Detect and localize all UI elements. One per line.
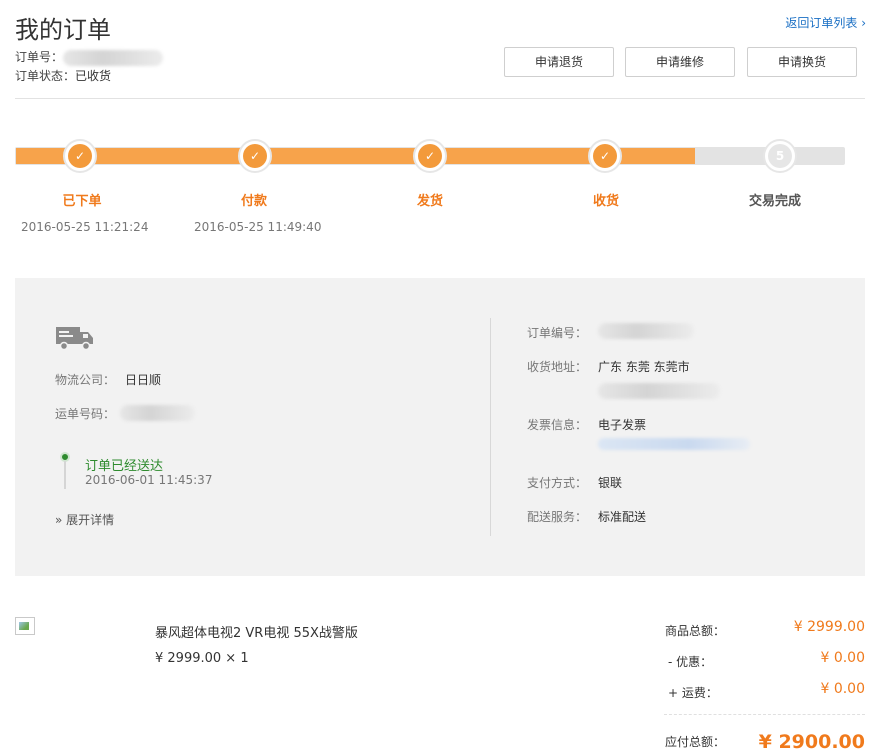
step-node-received: ✓: [588, 139, 622, 173]
chevron-right-icon: ›: [861, 16, 866, 30]
discount-value: ¥ 0.00: [820, 650, 865, 666]
expand-details-button[interactable]: » 展开详情: [55, 511, 114, 528]
address-label: 收货地址：: [527, 360, 588, 374]
step-number: 5: [768, 144, 792, 168]
apply-return-button[interactable]: 申请退货: [504, 47, 614, 77]
logistics-company-label: 物流公司：: [55, 373, 116, 387]
expand-details-label: 展开详情: [66, 513, 115, 527]
order-number-label: 订单号：: [15, 50, 64, 64]
order-number-line: 订单号：: [15, 48, 164, 66]
apply-repair-button[interactable]: 申请维修: [625, 47, 735, 77]
panel-vertical-divider: [490, 318, 491, 536]
page-title: 我的订单: [15, 16, 111, 44]
check-icon: ✓: [418, 144, 442, 168]
step-node-ordered: ✓: [63, 139, 97, 173]
goods-total-label: 商品总额：: [665, 624, 726, 638]
product-price-qty: ¥ 2999.00 × 1: [155, 651, 249, 666]
double-chevron-down-icon: »: [55, 513, 63, 527]
logistics-company-value: 日日顺: [125, 373, 162, 387]
step-label-ordered: 已下单: [62, 194, 102, 209]
back-to-order-list-link[interactable]: 返回订单列表 ›: [785, 14, 866, 31]
tracking-number-label: 运单号码：: [55, 407, 116, 421]
payment-method-value: 银联: [598, 476, 623, 490]
order-detail-panel: [15, 278, 865, 576]
shipping-value: ¥ 0.00: [820, 681, 865, 697]
step-label-paid: 付款: [240, 194, 267, 209]
payable-total-label: 应付总额：: [665, 735, 726, 749]
address-detail-redacted: [598, 383, 720, 399]
payment-method-label: 支付方式：: [527, 476, 588, 490]
payable-total-value: ¥ 2900.00: [758, 731, 865, 753]
delivery-status-time: 2016-06-01 11:45:37: [85, 473, 213, 487]
order-status-label: 订单状态：: [15, 69, 76, 83]
pin-stem: [64, 461, 66, 489]
step-label-completed: 交易完成: [748, 194, 801, 209]
summary-divider: [664, 714, 865, 715]
apply-exchange-button[interactable]: 申请换货: [747, 47, 857, 77]
delivery-service-label: 配送服务：: [527, 510, 588, 524]
product-name[interactable]: 暴风超体电视2 VR电视 55X战警版: [155, 622, 358, 641]
order-number-redacted: [63, 49, 164, 66]
order-id-label: 订单编号：: [527, 326, 588, 340]
step-node-paid: ✓: [238, 139, 272, 173]
tracking-number-redacted: [120, 405, 195, 421]
delivery-status-text: 订单已经送达: [85, 459, 164, 474]
shipping-label: + 运费：: [668, 686, 718, 700]
step-time-paid: 2016-05-25 11:49:40: [194, 220, 322, 234]
location-pin-icon: [60, 452, 70, 490]
discount-label: - 优惠：: [668, 655, 713, 669]
goods-total-value: ¥ 2999.00: [793, 619, 865, 635]
address-value: 广东 东莞 东莞市: [598, 360, 690, 374]
invoice-label: 发票信息：: [527, 418, 588, 432]
step-time-ordered: 2016-05-25 11:21:24: [21, 220, 149, 234]
delivery-service-value: 标准配送: [598, 510, 647, 524]
step-node-completed: 5: [763, 139, 797, 173]
check-icon: ✓: [593, 144, 617, 168]
step-label-received: 收货: [592, 194, 619, 209]
step-node-shipped: ✓: [413, 139, 447, 173]
back-link-label: 返回订单列表: [785, 16, 858, 30]
invoice-detail-redacted: [598, 438, 750, 450]
check-icon: ✓: [243, 144, 267, 168]
step-label-shipped: 发货: [416, 194, 443, 209]
header-divider: [15, 98, 865, 99]
invoice-value: 电子发票: [598, 418, 647, 432]
product-image[interactable]: [15, 617, 35, 635]
truck-icon: [56, 327, 93, 351]
order-status-value: 已收货: [75, 69, 112, 83]
order-id-redacted: [598, 323, 694, 339]
check-icon: ✓: [68, 144, 92, 168]
order-status-line: 订单状态：已收货: [15, 67, 111, 84]
